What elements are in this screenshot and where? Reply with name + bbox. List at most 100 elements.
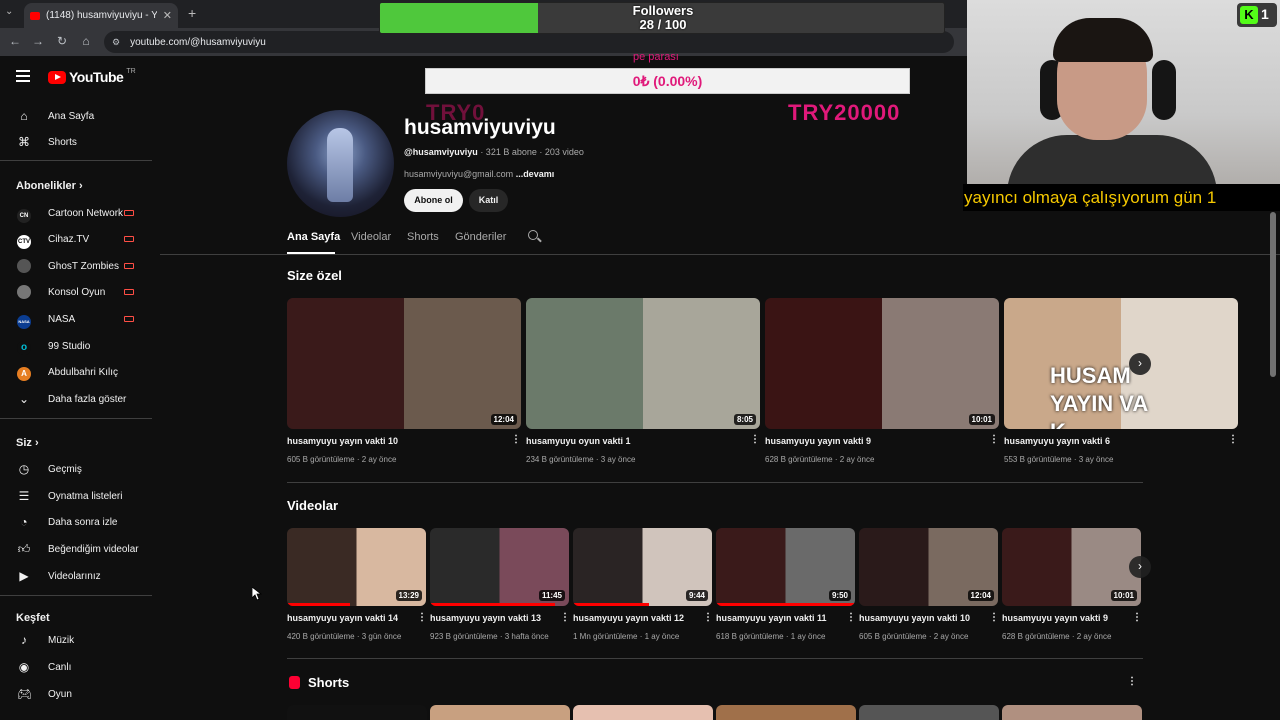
sidebar-sub-cartoon-network[interactable]: CN Cartoon Network <box>0 200 154 226</box>
shelf-next-icon[interactable]: › <box>1129 556 1151 578</box>
home-icon: ⌂ <box>20 109 28 123</box>
video-card[interactable]: HUSAM YAYIN VAK husamyuyu yayın vakti 6 55… <box>1004 298 1238 468</box>
home-button-icon[interactable]: ⌂ <box>78 34 94 48</box>
sidebar-item-your-videos[interactable]: ▶ Videolarınız <box>0 563 154 589</box>
more-options-icon[interactable]: ⋮ <box>1127 676 1137 687</box>
short-thumbnail[interactable] <box>573 705 713 720</box>
tab-search-icon[interactable]: ⌄ <box>5 6 13 17</box>
subscribe-button[interactable]: Abone ol <box>404 189 463 212</box>
sidebar-item-watch-later[interactable]: ◔ Daha sonra izle <box>0 509 154 535</box>
browser-tab[interactable]: (1148) husamviyuviyu - YouTub ✕ <box>24 3 178 28</box>
video-title[interactable]: husamyuyu yayın vakti 10 <box>859 613 970 623</box>
sidebar-sub-cihaz-tv[interactable]: CTV Cihaz.TV <box>0 226 154 252</box>
video-title[interactable]: husamyuyu yayın vakti 10 <box>287 436 398 446</box>
video-card[interactable]: 10:01 husamyuyu yayın vakti 9 628 B görünt… <box>765 298 999 468</box>
more-options-icon[interactable]: ⋮ <box>511 434 521 445</box>
video-card[interactable]: 13:29 husamyuyu yayın vakti 14 420 B görün… <box>287 528 427 643</box>
sidebar-item-shorts[interactable]: ⌘ Shorts <box>0 129 154 155</box>
sidebar-sub-abdulbahri[interactable]: A Abdulbahri Kılıç <box>0 359 154 385</box>
sidebar-sub-konsol-oyun[interactable]: Konsol Oyun <box>0 279 154 305</box>
channel-description[interactable]: husamviyuviyu@gmail.com ...devamı <box>404 169 554 179</box>
short-thumbnail[interactable] <box>1002 705 1142 720</box>
video-thumbnail[interactable]: 12:04 <box>287 298 521 429</box>
video-card[interactable]: 12:04 husamyuyu yayın vakti 10 605 B görün… <box>287 298 521 468</box>
video-title[interactable]: husamyuyu yayın vakti 13 <box>430 613 541 623</box>
video-title[interactable]: husamyuyu yayın vakti 9 <box>1002 613 1108 623</box>
sidebar-sub-99-studio[interactable]: o 99 Studio <box>0 333 154 359</box>
video-thumbnail[interactable]: 9:50 <box>716 528 855 606</box>
video-title[interactable]: husamyuyu oyun vakti 1 <box>526 436 631 446</box>
video-thumbnail[interactable]: 8:05 <box>526 298 760 429</box>
sidebar-sub-ghost-zombies[interactable]: GhosT Zombies <box>0 253 154 279</box>
close-tab-icon[interactable]: ✕ <box>163 9 172 22</box>
sidebar-item-playlists[interactable]: ☰ Oynatma listeleri <box>0 483 154 509</box>
video-card[interactable]: 8:05 husamyuyu oyun vakti 1 234 B görüntül… <box>526 298 760 468</box>
shelf-next-icon[interactable]: › <box>1129 353 1151 375</box>
more-options-icon[interactable]: ⋮ <box>1228 434 1238 445</box>
menu-icon[interactable] <box>16 70 30 82</box>
channel-avatar[interactable] <box>287 110 394 217</box>
video-thumbnail[interactable]: 10:01 <box>765 298 999 429</box>
tab-videos[interactable]: Videolar <box>351 231 391 243</box>
video-meta: 628 B görüntüleme · 2 ay önce <box>765 455 875 464</box>
video-title[interactable]: husamyuyu yayın vakti 6 <box>1004 436 1110 446</box>
video-card[interactable]: 9:50 husamyuyu yayın vakti 11 618 B görünt… <box>716 528 856 643</box>
video-thumbnail[interactable]: 12:04 <box>859 528 998 606</box>
short-thumbnail[interactable] <box>716 705 856 720</box>
channel-search-icon[interactable] <box>527 229 541 243</box>
video-title[interactable]: husamyuyu yayın vakti 12 <box>573 613 684 623</box>
sidebar-item-home[interactable]: ⌂ Ana Sayfa <box>0 103 154 129</box>
more-options-icon[interactable]: ⋮ <box>989 612 999 623</box>
more-options-icon[interactable]: ⋮ <box>417 612 427 623</box>
kick-logo-icon: K <box>1240 6 1258 24</box>
sidebar-item-music[interactable]: ♪ Müzik <box>0 627 154 653</box>
new-tab-icon[interactable]: + <box>188 5 196 21</box>
sidebar-item-liked[interactable]: 👍︎ Beğendiğim videolar <box>0 536 154 562</box>
video-title[interactable]: husamyuyu yayın vakti 14 <box>287 613 398 623</box>
address-bar[interactable]: ⚙ youtube.com/@husamviyuviyu <box>104 31 954 53</box>
more-options-icon[interactable]: ⋮ <box>703 612 713 623</box>
section-title-videos[interactable]: Videolar <box>287 498 338 513</box>
video-card[interactable]: 12:04 husamyuyu yayın vakti 10 605 B görün… <box>859 528 999 643</box>
tab-posts[interactable]: Gönderiler <box>455 231 506 243</box>
video-card[interactable]: 10:01 husamyuyu yayın vakti 9 628 B görünt… <box>1002 528 1142 643</box>
more-options-icon[interactable]: ⋮ <box>989 434 999 445</box>
sidebar-item-live[interactable]: ◉ Canlı <box>0 654 154 680</box>
sidebar-item-gaming[interactable]: 🎮︎ Oyun <box>0 681 154 707</box>
like-icon: 👍︎ <box>17 542 31 556</box>
video-thumbnail[interactable]: 11:45 <box>430 528 569 606</box>
more-options-icon[interactable]: ⋮ <box>750 434 760 445</box>
video-thumbnail[interactable]: 13:29 <box>287 528 426 606</box>
more-options-icon[interactable]: ⋮ <box>1132 612 1142 623</box>
reload-icon[interactable]: ↻ <box>54 34 70 48</box>
sidebar-sub-nasa[interactable]: NASA NASA <box>0 306 154 332</box>
join-button[interactable]: Katıl <box>469 189 508 212</box>
video-meta: 618 B görüntüleme · 1 ay önce <box>716 632 826 641</box>
video-thumbnail[interactable]: 10:01 <box>1002 528 1141 606</box>
short-thumbnail[interactable] <box>287 705 427 720</box>
more-options-icon[interactable]: ⋮ <box>560 612 570 623</box>
site-info-icon[interactable]: ⚙ <box>112 37 120 48</box>
short-thumbnail[interactable] <box>859 705 999 720</box>
video-thumbnail[interactable]: 9:44 <box>573 528 712 606</box>
subscriptions-header[interactable]: Abonelikler › <box>16 180 83 192</box>
video-thumbnail[interactable]: HUSAM YAYIN VAK <box>1004 298 1238 429</box>
tab-home[interactable]: Ana Sayfa <box>287 231 340 243</box>
video-title[interactable]: husamyuyu yayın vakti 9 <box>765 436 871 446</box>
tab-shorts[interactable]: Shorts <box>407 231 439 243</box>
video-title[interactable]: husamyuyu yayın vakti 11 <box>716 613 827 623</box>
more-link[interactable]: ...devamı <box>516 169 555 179</box>
forward-icon[interactable]: → <box>30 34 46 48</box>
video-card[interactable]: 9:44 husamyuyu yayın vakti 12 1 Mn görüntü… <box>573 528 713 643</box>
back-icon[interactable]: ← <box>7 34 23 48</box>
short-thumbnail[interactable] <box>430 705 570 720</box>
sidebar-show-more[interactable]: ⌄ Daha fazla göster <box>0 386 154 412</box>
avatar-text: A <box>17 367 31 381</box>
more-options-icon[interactable]: ⋮ <box>846 612 856 623</box>
video-card[interactable]: 11:45 husamyuyu yayın vakti 13 923 B görün… <box>430 528 570 643</box>
scrollbar[interactable] <box>1270 212 1276 377</box>
you-header[interactable]: Siz › <box>16 437 39 449</box>
youtube-logo[interactable]: YouTube TR <box>48 68 136 85</box>
youtube-play-icon <box>48 70 66 84</box>
sidebar-item-history[interactable]: ◷ Geçmiş <box>0 456 154 482</box>
